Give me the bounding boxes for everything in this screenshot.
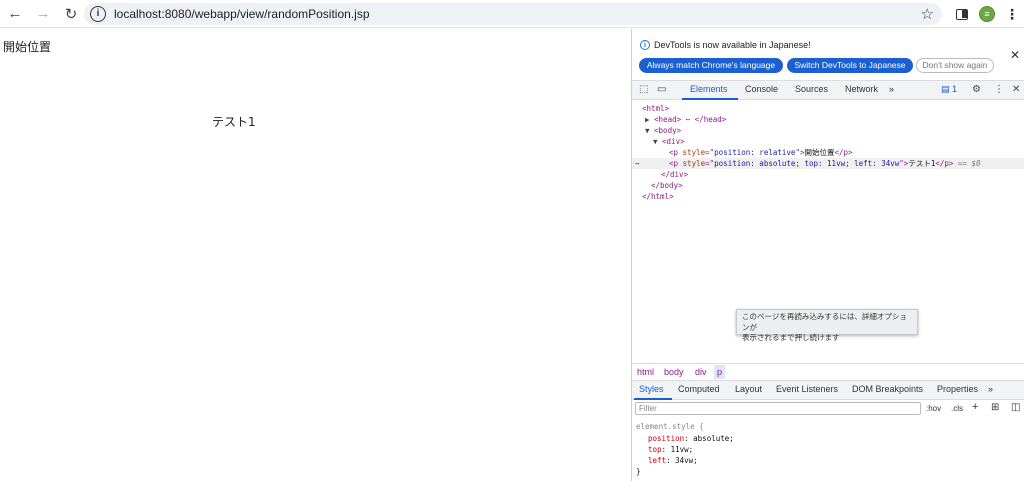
breadcrumb-body[interactable]: body <box>664 367 684 377</box>
toggle-sidebar-icon[interactable]: ◫ <box>1011 402 1020 413</box>
tooltip-line: 表示されるまで押し続けます <box>742 333 840 342</box>
always-match-language-button[interactable]: Always match Chrome's language <box>639 58 783 73</box>
collapse-triangle-icon: ▼ <box>645 126 650 135</box>
issues-count: 1 <box>952 84 958 94</box>
chrome-menu-button[interactable]: ⋮ <box>1002 4 1022 24</box>
bookmark-star-icon[interactable]: ☆ <box>921 5 934 23</box>
node-actions-icon[interactable]: ⋯ <box>635 158 640 169</box>
tab-network[interactable]: Network <box>845 84 878 94</box>
dom-node-p-absolute[interactable]: <p style="position: absolute; top: 11vw;… <box>669 158 981 169</box>
breadcrumb: html body div p <box>632 363 1024 379</box>
dom-node-html[interactable]: <html> <box>642 103 669 114</box>
tab-computed[interactable]: Computed <box>678 384 720 394</box>
tab-event-listeners[interactable]: Event Listeners <box>776 384 838 394</box>
dom-node-div-close[interactable]: </div> <box>661 169 688 180</box>
expand-triangle-icon: ▶ <box>645 115 650 124</box>
breadcrumb-p[interactable]: p <box>714 365 726 379</box>
style-property[interactable]: left: 34vw; <box>648 455 698 466</box>
tab-styles[interactable]: Styles <box>639 384 664 394</box>
dom-node-head[interactable]: ▶ <head> ⋯ </head> <box>645 114 726 125</box>
breadcrumb-div[interactable]: div <box>695 367 707 377</box>
close-icon[interactable]: ✕ <box>1010 48 1020 62</box>
rule-selector: element.style { <box>636 422 704 431</box>
back-icon[interactable]: ← <box>4 3 26 25</box>
collapse-triangle-icon: ▼ <box>653 137 658 146</box>
reload-icon[interactable]: ↻ <box>60 3 82 25</box>
dom-node-div[interactable]: ▼ <div> <box>653 136 685 147</box>
reload-tooltip: このページを再読み込みするには、詳細オプションが 表示されるまで押し続けます <box>736 309 918 342</box>
language-infobar: i DevTools is now available in Japanese!… <box>632 29 1024 79</box>
address-bar[interactable]: i localhost:8080/webapp/view/randomPosit… <box>84 3 942 25</box>
more-tabs-icon[interactable]: » <box>889 84 894 94</box>
kebab-menu-icon: ⋮ <box>1005 6 1019 22</box>
dom-node-body-close[interactable]: </body> <box>651 180 683 191</box>
rule-close-brace: } <box>636 467 641 476</box>
dom-node-p-relative[interactable]: <p style="position: relative">開始位置</p> <box>669 147 853 158</box>
page-viewport: 開始位置 テスト1 <box>0 29 631 481</box>
tab-dom-breakpoints[interactable]: DOM Breakpoints <box>852 384 923 394</box>
site-info-icon[interactable]: i <box>90 6 106 22</box>
device-toolbar-icon[interactable]: ▭ <box>657 84 666 95</box>
issues-icon[interactable]: ▤ 1 <box>941 84 957 95</box>
settings-icon[interactable]: ⚙ <box>972 84 981 95</box>
tooltip-line: このページを再読み込みするには、詳細オプションが <box>742 312 907 332</box>
tab-console[interactable]: Console <box>745 84 778 94</box>
more-tabs-icon[interactable]: » <box>988 384 993 394</box>
close-devtools-icon[interactable]: ✕ <box>1012 84 1020 95</box>
collapsed-ellipsis-icon: ⋯ <box>685 115 691 124</box>
devtools-main-tabs: ⬚ ▭ Elements Console Sources Network » ▤… <box>632 80 1024 100</box>
hover-state-toggle[interactable]: :hov <box>926 404 941 413</box>
tab-layout[interactable]: Layout <box>735 384 762 394</box>
infobar-message: DevTools is now available in Japanese! <box>654 40 811 50</box>
style-property[interactable]: position: absolute; <box>648 433 734 444</box>
active-tab-indicator <box>634 398 672 400</box>
breadcrumb-html[interactable]: html <box>637 367 654 377</box>
url-text[interactable]: localhost:8080/webapp/view/randomPositio… <box>114 7 370 21</box>
active-tab-indicator <box>682 98 738 100</box>
browser-toolbar: ← → ↻ i localhost:8080/webapp/view/rando… <box>0 0 1024 28</box>
styles-filter-row: Filter :hov .cls + ⊞ ◫ <box>632 401 1024 417</box>
profile-button[interactable]: ≡ <box>977 4 997 24</box>
forward-icon[interactable]: → <box>32 3 54 25</box>
inspect-element-icon[interactable]: ⬚ <box>639 84 648 95</box>
dom-node-body[interactable]: ▼ <body> <box>645 125 681 136</box>
test1-text: テスト1 <box>212 115 256 129</box>
tab-elements[interactable]: Elements <box>690 84 728 94</box>
class-toggle[interactable]: .cls <box>951 404 963 413</box>
dom-node-html-close[interactable]: </html> <box>642 191 674 202</box>
customize-menu-icon[interactable]: ⋮ <box>994 84 1004 95</box>
style-property[interactable]: top: 11vw; <box>648 444 693 455</box>
styles-pane-tabs: Styles Computed Layout Event Listeners D… <box>632 380 1024 400</box>
tab-properties[interactable]: Properties <box>937 384 978 394</box>
styles-filter-input[interactable]: Filter <box>635 402 921 415</box>
tab-sources[interactable]: Sources <box>795 84 828 94</box>
info-icon: i <box>640 40 650 50</box>
side-panel-button[interactable] <box>952 4 972 24</box>
switch-to-japanese-button[interactable]: Switch DevTools to Japanese <box>787 58 913 73</box>
rendering-emulation-icon[interactable]: ⊞ <box>991 402 999 413</box>
side-panel-icon <box>956 8 968 20</box>
start-position-text: 開始位置 <box>3 40 52 54</box>
new-rule-icon[interactable]: + <box>972 401 978 413</box>
dont-show-again-button[interactable]: Don't show again <box>916 58 994 73</box>
avatar: ≡ <box>979 6 995 22</box>
devtools-panel: i DevTools is now available in Japanese!… <box>631 29 1024 481</box>
